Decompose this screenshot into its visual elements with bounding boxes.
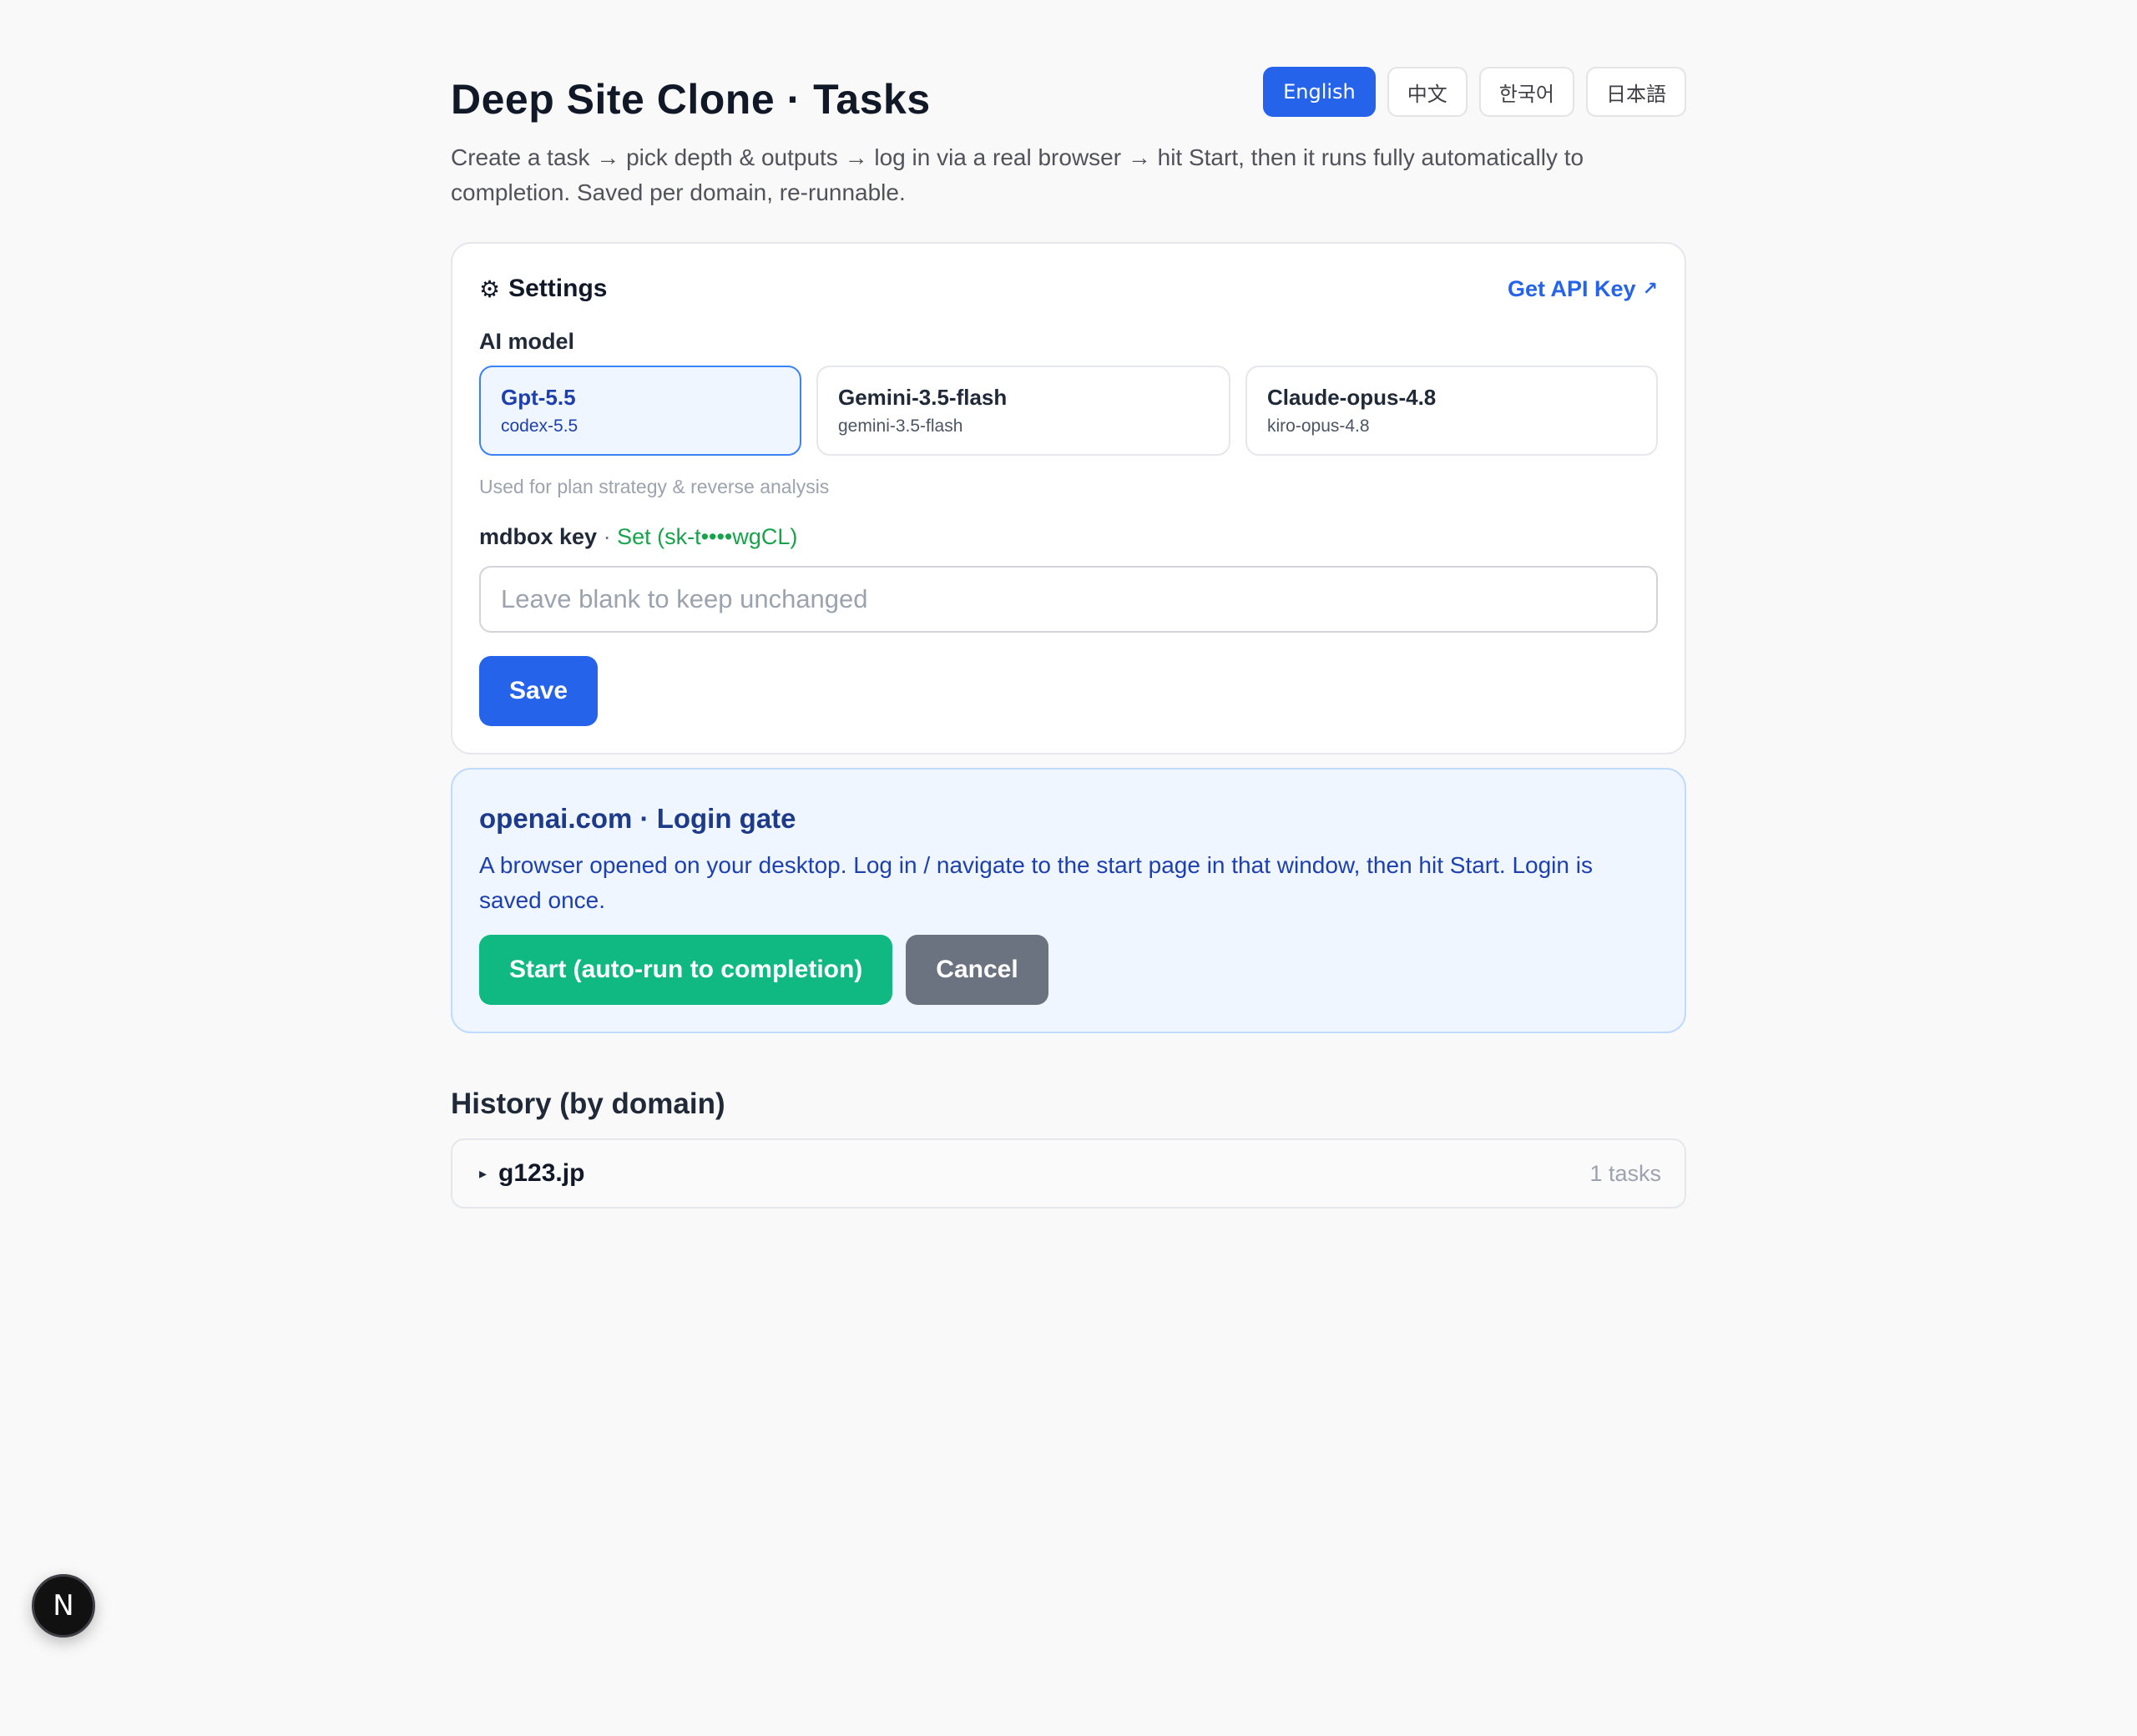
- start-button[interactable]: Start (auto-run to completion): [479, 935, 893, 1005]
- language-switcher: English 中文 한국어 日本語: [1263, 67, 1686, 117]
- settings-title: ⚙ Settings: [479, 275, 607, 303]
- model-selector: Gpt-5.5 codex-5.5 Gemini-3.5-flash gemin…: [479, 366, 1658, 456]
- model-id: codex-5.5: [501, 416, 578, 436]
- external-link-icon: ↗: [1642, 278, 1658, 300]
- model-option-claude[interactable]: Claude-opus-4.8 kiro-opus-4.8: [1245, 366, 1658, 456]
- settings-title-text: Settings: [508, 275, 608, 302]
- history-task-count: 1 tasks: [1589, 1160, 1661, 1186]
- page-container: Deep Site Clone · Tasks Create a task → …: [451, 0, 1686, 1209]
- mdbox-key-input[interactable]: [479, 566, 1658, 633]
- model-name: Claude-opus-4.8: [1267, 385, 1437, 410]
- model-option-gemini[interactable]: Gemini-3.5-flash gemini-3.5-flash: [816, 366, 1230, 456]
- login-gate-actions: Start (auto-run to completion) Cancel: [479, 935, 1658, 1005]
- lang-button-korean[interactable]: 한국어: [1478, 67, 1574, 117]
- history-row-left: ▸ g123.jp: [479, 1159, 584, 1188]
- page-header: Deep Site Clone · Tasks Create a task → …: [451, 0, 1686, 210]
- history-domain-row[interactable]: ▸ g123.jp 1 tasks: [451, 1138, 1686, 1209]
- model-name: Gemini-3.5-flash: [838, 385, 1008, 410]
- lang-button-chinese[interactable]: 中文: [1387, 67, 1468, 117]
- next-dev-indicator[interactable]: N: [32, 1574, 95, 1638]
- lang-button-japanese[interactable]: 日本語: [1586, 67, 1686, 117]
- history-title: History (by domain): [451, 1088, 725, 1120]
- page-subtitle: Create a task → pick depth & outputs → l…: [451, 144, 1584, 205]
- key-status: Set (sk-t••••wgCL): [617, 524, 798, 549]
- login-gate-panel: openai.com · Login gate A browser opened…: [451, 768, 1686, 1033]
- get-api-key-label: Get API Key: [1508, 275, 1636, 301]
- ai-model-label: AI model: [479, 329, 575, 354]
- login-gate-title: openai.com · Login gate: [479, 803, 796, 834]
- login-gate-text: A browser opened on your desktop. Log in…: [479, 852, 1593, 913]
- caret-right-icon: ▸: [479, 1164, 488, 1183]
- mdbox-key-title: mdbox key: [479, 524, 598, 549]
- settings-card: ⚙ Settings Get API Key ↗ AI model Gpt-5.…: [451, 242, 1686, 754]
- model-name: Gpt-5.5: [501, 385, 576, 410]
- settings-header: ⚙ Settings Get API Key ↗: [479, 270, 1658, 307]
- lang-button-english[interactable]: English: [1263, 67, 1376, 117]
- history-domain: g123.jp: [498, 1159, 585, 1187]
- model-id: kiro-opus-4.8: [1267, 416, 1370, 436]
- key-separator: ·: [597, 524, 618, 549]
- mdbox-key-label: mdbox key · Set (sk-t••••wgCL): [479, 519, 1658, 554]
- model-option-gpt[interactable]: Gpt-5.5 codex-5.5: [479, 366, 801, 456]
- gear-icon: ⚙: [479, 275, 501, 303]
- model-id: gemini-3.5-flash: [838, 416, 963, 436]
- model-hint: Used for plan strategy & reverse analysi…: [479, 476, 830, 497]
- cancel-button[interactable]: Cancel: [906, 935, 1048, 1005]
- get-api-key-link[interactable]: Get API Key ↗: [1508, 276, 1658, 302]
- save-button[interactable]: Save: [479, 656, 599, 726]
